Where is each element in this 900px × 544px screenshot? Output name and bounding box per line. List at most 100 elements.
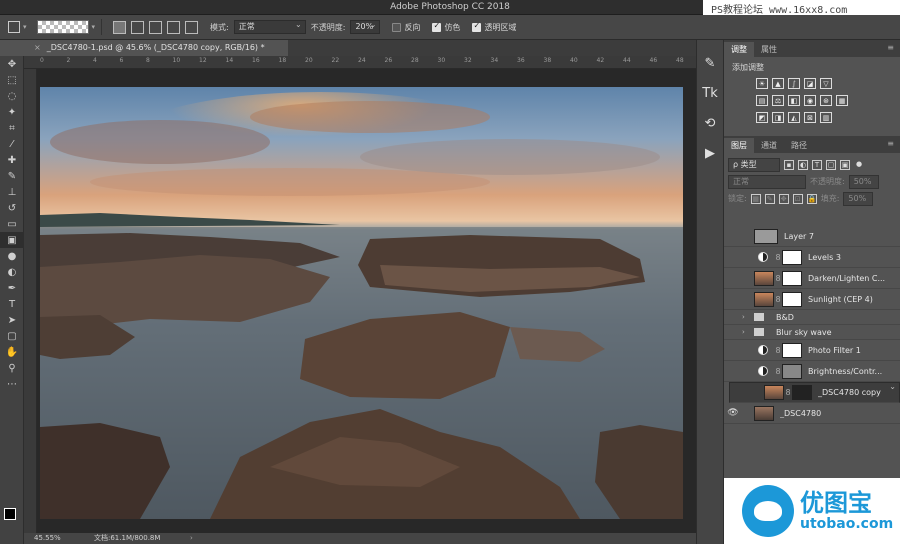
eraser-tool-icon[interactable]: ▭ [0,216,24,232]
dodge-tool-icon[interactable]: ◐ [0,264,24,280]
status-menu-chevron-icon[interactable]: › [190,533,193,544]
horizontal-ruler[interactable]: 0 2 4 6 8 10 12 14 16 18 20 22 24 26 28 30 32 34 36 38 40 42 4… [24,56,696,69]
curves-icon[interactable]: ∫ [788,78,800,89]
blur-tool-icon[interactable]: ● [0,248,24,264]
visibility-eye-icon[interactable]: 👁 [724,408,742,418]
crop-tool-icon[interactable]: ⌗ [0,120,24,136]
transparency-checkbox[interactable]: 透明区域 [472,21,516,33]
healing-brush-tool-icon[interactable]: ✚ [0,152,24,168]
reflected-gradient-button[interactable] [167,20,181,34]
channel-mixer-icon[interactable]: ⊛ [820,95,832,106]
type-tool-icon[interactable]: T [0,296,24,312]
layer-row[interactable]: 👁› Blur sky wave [724,325,900,340]
radial-gradient-button[interactable] [131,20,145,34]
panel-menu-icon[interactable]: ≡ [887,43,894,52]
lock-artboard-icon[interactable]: ⊡ [792,193,803,204]
chevron-down-icon[interactable]: ▾ [23,23,27,31]
layers-panel-menu-icon[interactable]: ≡ [887,139,894,148]
layer-mask-thumbnail[interactable] [782,363,802,379]
selective-color-icon[interactable]: ⊠ [804,112,816,123]
visibility-eye-icon[interactable]: 👁 [724,327,742,337]
eyedropper-tool-icon[interactable]: ⁄ [0,136,24,152]
levels-icon[interactable]: ▲ [772,78,784,89]
invert-icon[interactable]: ◩ [756,112,768,123]
path-selection-tool-icon[interactable]: ➤ [0,312,24,328]
filter-type-icon[interactable]: T [812,159,822,170]
more-tools-icon[interactable]: ⋯ [0,376,24,392]
checkbox-checked-icon[interactable] [472,21,482,32]
dither-checkbox[interactable]: 仿色 [432,21,460,33]
document-tab[interactable]: × _DSC4780-1.psd @ 45.6% (_DSC4780 copy, … [24,40,288,56]
visibility-eye-icon[interactable]: 👁 [724,252,742,262]
history-brush-tool-icon[interactable]: ↺ [0,200,24,216]
layer-row[interactable]: 👁 8 Photo Filter 1 [724,340,900,361]
diamond-gradient-button[interactable] [185,20,199,34]
layer-row[interactable]: 👁 8 Brightness/Contr... [724,361,900,382]
hue-saturation-icon[interactable]: ▤ [756,95,768,106]
expand-chevron-icon[interactable]: › [742,313,750,321]
filter-toggle-icon[interactable]: ● [854,160,864,170]
lock-all-icon[interactable]: 🔒 [806,193,817,204]
black-white-icon[interactable]: ◧ [788,95,800,106]
gradient-tool-preset-icon[interactable] [8,21,20,33]
filter-adjustment-icon[interactable]: ◐ [798,159,808,170]
gradient-picker-chevron-icon[interactable]: ▾ [92,23,96,31]
gradient-tool-icon[interactable]: ▣ [0,232,24,248]
clone-stamp-tool-icon[interactable]: ⊥ [0,184,24,200]
layer-row[interactable]: 👁 8 Sunlight (CEP 4) [724,289,900,310]
magic-wand-tool-icon[interactable]: ✦ [0,104,24,120]
layer-thumbnail[interactable] [754,228,778,244]
visibility-eye-icon[interactable]: 👁 [724,366,742,376]
layer-row[interactable]: 👁 _DSC4780 [724,403,900,424]
layer-thumbnail[interactable] [754,405,774,421]
threshold-icon[interactable]: ◭ [788,112,800,123]
tab-layers[interactable]: 图层 [724,138,754,153]
checkbox-checked-icon[interactable] [432,21,442,32]
checkbox-unchecked-icon[interactable] [392,22,402,32]
filter-shape-icon[interactable]: ▢ [826,159,836,170]
layer-thumbnail[interactable] [764,385,784,400]
exposure-icon[interactable]: ◪ [804,78,816,89]
layer-filter-select[interactable]: ρ 类型 [728,157,780,172]
photo-filter-icon[interactable]: ◉ [804,95,816,106]
tab-properties[interactable]: 属性 [754,42,784,57]
layer-mask-thumbnail[interactable] [782,249,802,265]
visibility-eye-icon[interactable]: 👁 [724,231,742,241]
brush-settings-icon[interactable]: ✎ [697,48,723,78]
vertical-ruler[interactable] [24,69,37,533]
visibility-eye-icon[interactable]: 👁 [724,273,742,283]
lock-transparent-icon[interactable]: ▦ [750,193,761,204]
zoom-tool-icon[interactable]: ⚲ [0,360,24,376]
expand-chevron-icon[interactable]: › [742,328,750,336]
pen-tool-icon[interactable]: ✒ [0,280,24,296]
gradient-preview[interactable] [36,20,89,34]
posterize-icon[interactable]: ◨ [772,112,784,123]
layer-mask-thumbnail[interactable] [792,385,812,400]
filter-pixel-icon[interactable]: ▪ [784,159,794,170]
gradient-map-icon[interactable]: ▥ [820,112,832,123]
layer-mask-thumbnail[interactable] [782,291,802,307]
visibility-eye-icon[interactable]: 👁 [724,312,742,322]
layer-row[interactable]: 👁› B&D [724,310,900,325]
layer-row[interactable]: 👁 8 Levels 3 [724,247,900,268]
brush-tool-icon[interactable]: ✎ [0,168,24,184]
layer-thumbnail[interactable] [754,270,774,286]
mode-select[interactable]: 正常 [233,19,306,34]
vibrance-icon[interactable]: ▽ [820,78,832,89]
history-icon[interactable]: ⟲ [697,108,723,138]
visibility-eye-icon[interactable]: 👁 [724,294,742,304]
lock-position-icon[interactable]: ✥ [778,193,789,204]
marquee-tool-icon[interactable]: ⬚ [0,72,24,88]
foreground-color-swatch[interactable] [4,508,16,520]
brightness-icon[interactable]: ☀ [756,78,768,89]
angle-gradient-button[interactable] [149,20,163,34]
zoom-level[interactable]: 45.55% [34,533,61,544]
layer-mask-thumbnail[interactable] [782,342,802,358]
layer-row[interactable]: 👁 Layer 7 [724,226,900,247]
shape-tool-icon[interactable]: ▢ [0,328,24,344]
filter-smart-object-icon[interactable]: ▣ [840,159,850,170]
opacity-field[interactable]: 20% [350,19,381,34]
reverse-checkbox[interactable]: 反向 [392,22,420,33]
tab-paths[interactable]: 路径 [784,138,814,153]
hand-tool-icon[interactable]: ✋ [0,344,24,360]
